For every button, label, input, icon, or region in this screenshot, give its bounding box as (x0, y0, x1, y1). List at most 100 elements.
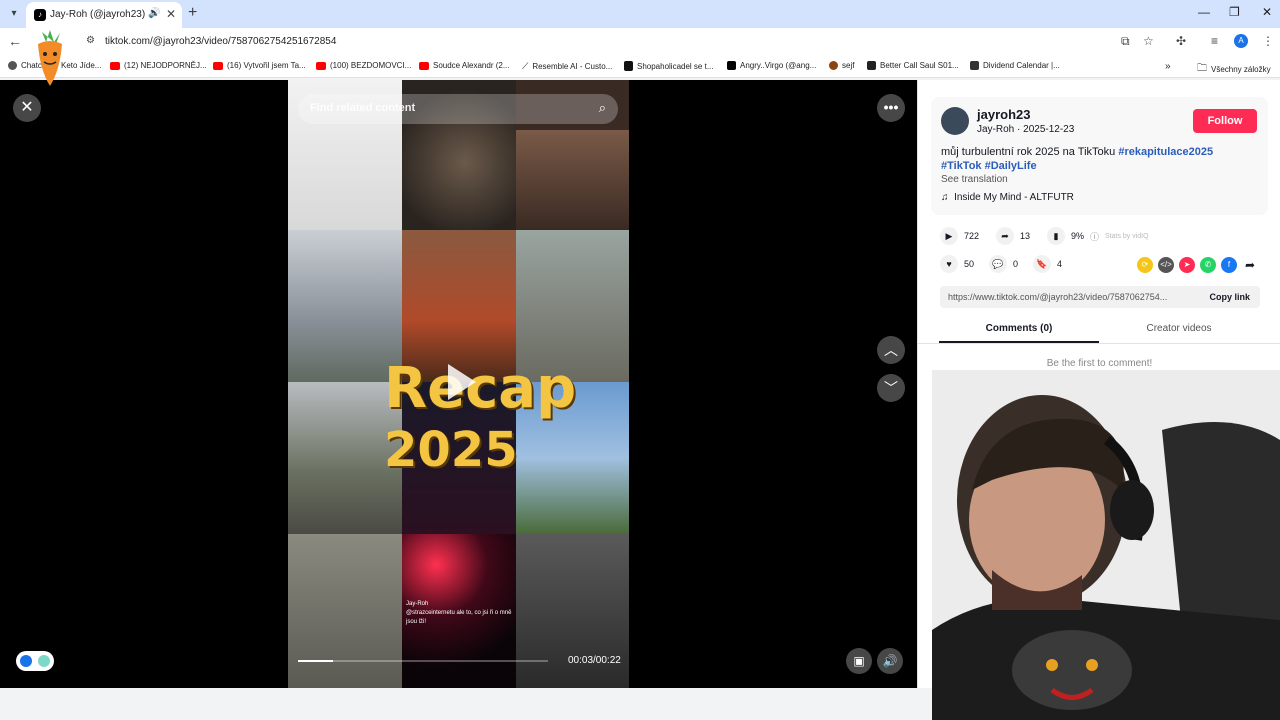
overlay-username: Jay-Roh (406, 601, 429, 607)
search-icon[interactable]: ⌕ (599, 100, 606, 116)
extensions-icon[interactable]: ✣ (1176, 34, 1186, 48)
tiktok-icon (727, 61, 736, 70)
bookmark-item[interactable]: (12) NEJODPORNĚJ... (110, 61, 207, 70)
bookmark-item[interactable]: (100) BEZDOMOVCI... (316, 61, 411, 70)
author-subline: Jay-Roh · 2025-12-23 (977, 124, 1075, 135)
video-link-text[interactable]: https://www.tiktok.com/@jayroh23/video/7… (948, 292, 1192, 302)
video-frame[interactable]: Find related content ⌕ Recap 2025 Jay-Ro… (288, 80, 629, 688)
url-text[interactable]: tiktok.com/@jayroh23/video/7587062754251… (105, 36, 336, 47)
copy-link-button[interactable]: Copy link (1209, 292, 1250, 302)
bookmark-item[interactable]: (16) Vytvořil jsem Ta... (213, 61, 306, 70)
sejf-icon (829, 61, 838, 70)
follow-button[interactable]: Follow (1193, 109, 1257, 133)
bookmark-item[interactable]: sejf (829, 61, 854, 70)
video-progress-fill (298, 660, 333, 662)
save-button[interactable]: 🔖 4 (1033, 255, 1062, 273)
video-title-line2: 2025 (384, 422, 518, 478)
see-translation-link[interactable]: See translation (941, 174, 1008, 185)
heart-icon: ♥ (940, 255, 958, 273)
profile-avatar[interactable]: A (1234, 34, 1248, 48)
youtube-icon (419, 61, 429, 70)
post-description: můj turbulentní rok 2025 na TikToku #rek… (941, 146, 1214, 172)
new-tab-button[interactable]: + (188, 4, 197, 22)
browser-toolbar: ← ⚙ tiktok.com/@jayroh23/video/758706275… (0, 28, 1280, 56)
whatsapp-icon[interactable]: ✆ (1200, 257, 1216, 273)
previous-video-button[interactable]: ︿ (877, 336, 905, 364)
play-icon[interactable] (448, 364, 476, 400)
overlay-comment: @strazceinternetu ale to, co jsi ři o mn… (406, 610, 512, 625)
minimize-icon[interactable]: — (1198, 5, 1210, 19)
browser-tab-tiktok[interactable]: ♪ Jay-Roh (@jayroh23) | TikTok 🔊 ✕ (26, 2, 182, 28)
video-title-line1: Recap (384, 356, 577, 421)
restore-icon[interactable]: ❐ (1229, 5, 1240, 19)
post-info-card: jayroh23 Jay-Roh · 2025-12-23 Follow můj… (931, 97, 1268, 215)
hashtag-link[interactable]: #DailyLife (985, 160, 1037, 172)
hashtag-link[interactable]: #TikTok (941, 160, 982, 172)
install-app-icon[interactable]: ⧉ (1121, 34, 1130, 49)
tab-creator-videos[interactable]: Creator videos (1099, 323, 1259, 334)
bookmark-star-icon[interactable]: ☆ (1143, 34, 1154, 48)
more-bookmarks-icon[interactable]: » (1165, 61, 1171, 72)
chrome-menu-icon[interactable]: ⋮ (1262, 34, 1274, 48)
all-bookmarks-folder[interactable]: 🗀 Všechny záložky (1197, 61, 1271, 78)
comment-icon: 💬 (989, 255, 1007, 273)
share-count-icon: ➦ (996, 227, 1014, 245)
youtube-icon (316, 61, 326, 70)
related-search-input[interactable]: Find related content ⌕ (298, 94, 618, 124)
music-link[interactable]: ♫ Inside My Mind - ALTFUTR (941, 192, 1074, 203)
more-options-button[interactable]: ••• (877, 94, 905, 122)
back-arrow-icon[interactable]: ← (8, 33, 22, 49)
carrot-sticker-icon (38, 30, 62, 86)
bookmark-item[interactable]: ⟋ Resemble AI - Custo... (522, 61, 612, 72)
tab-search-button[interactable]: ▾ (6, 6, 22, 22)
bookmark-icon: 🔖 (1033, 255, 1051, 273)
hashtag-link[interactable]: #rekapitulace2025 (1118, 146, 1213, 158)
bookmark-favicon-icon (8, 61, 17, 70)
next-video-button[interactable]: ﹀ (877, 374, 905, 402)
engagement-stat: ▮ 9% ⓘ (1047, 227, 1099, 245)
video-link-box: https://www.tiktok.com/@jayroh23/video/7… (940, 286, 1260, 308)
bookmark-item[interactable]: Soudce Alexandr (2... (419, 61, 510, 70)
floating-player-icon[interactable]: ▣ (846, 648, 872, 674)
bookmark-item[interactable]: Dividend Calendar |... (970, 61, 1060, 70)
media-controls-icon[interactable]: ≡ (1211, 34, 1218, 48)
bookmark-item[interactable]: Angry..Virgo (@ang... (727, 61, 816, 70)
tabs-divider (918, 343, 1280, 344)
comment-button[interactable]: 💬 0 (989, 255, 1018, 273)
extension-icon (38, 655, 50, 667)
extension-badge[interactable] (16, 651, 54, 671)
tab-comments[interactable]: Comments (0) (939, 323, 1099, 343)
site-info-icon[interactable]: ⚙ (86, 35, 95, 46)
tiktok-favicon-icon: ♪ (34, 9, 46, 21)
plays-stat: ▶ 722 (940, 227, 979, 245)
empty-comments-message: Be the first to comment! (1046, 358, 1153, 369)
tab-audio-icon[interactable]: 🔊 (148, 8, 160, 19)
stats-attribution: Stats by vidIQ (1105, 233, 1149, 240)
video-progress-bar[interactable] (298, 660, 548, 662)
address-bar[interactable]: ⚙ tiktok.com/@jayroh23/video/75870627542… (80, 31, 1170, 53)
volume-icon[interactable]: 🔊 (877, 648, 903, 674)
window-close-icon[interactable]: ✕ (1262, 5, 1272, 19)
close-video-button[interactable]: ✕ (13, 94, 41, 122)
extension-icon (20, 655, 32, 667)
more-share-icon[interactable]: ➦ (1242, 257, 1258, 273)
folder-icon: 🗀 (1197, 63, 1207, 74)
embed-icon[interactable]: </> (1158, 257, 1174, 273)
author-avatar[interactable] (941, 107, 969, 135)
video-overlay-caption: Jay-Roh @strazceinternetu ale to, co jsi… (406, 600, 516, 627)
tab-close-icon[interactable]: ✕ (166, 7, 176, 21)
author-username[interactable]: jayroh23 (977, 107, 1030, 122)
bookmark-item[interactable]: Better Call Saul S01... (867, 61, 959, 70)
repost-icon[interactable]: ⟳ (1137, 257, 1153, 273)
info-icon[interactable]: ⓘ (1090, 230, 1099, 243)
send-to-friends-icon[interactable]: ➤ (1179, 257, 1195, 273)
resemble-icon: ⟋ (522, 61, 529, 71)
webcam-overlay (932, 370, 1280, 720)
like-button[interactable]: ♥ 50 (940, 255, 974, 273)
play-count-icon: ▶ (940, 227, 958, 245)
bookmark-item[interactable]: Shopaholicadel se t... (624, 61, 714, 71)
youtube-icon (110, 61, 120, 70)
dividend-icon (970, 61, 979, 70)
streamer-webcam-image (932, 370, 1280, 720)
facebook-icon[interactable]: f (1221, 257, 1237, 273)
